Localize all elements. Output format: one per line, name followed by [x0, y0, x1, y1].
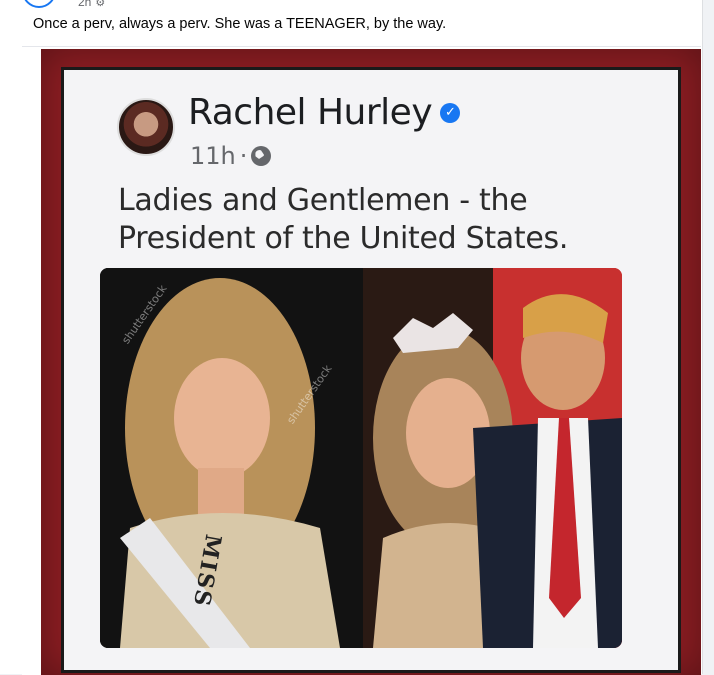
embedded-post: Rachel Hurley ✓ 11h · Ladies and Gentlem…: [61, 67, 681, 673]
embedded-author-name: Rachel Hurley: [188, 92, 433, 133]
post-timestamp[interactable]: 2h: [78, 0, 91, 9]
time-separator: ·: [239, 142, 248, 170]
embedded-avatar: [117, 98, 175, 156]
embedded-time-value: 11h: [190, 142, 236, 170]
shared-screenshot-image[interactable]: Rachel Hurley ✓ 11h · Ladies and Gentlem…: [41, 49, 701, 675]
embedded-message-line1: Ladies and Gentlemen - the: [118, 183, 528, 218]
embedded-photo-collage: shutterstock shutterstock MISS: [100, 268, 622, 648]
photo-left: shutterstock shutterstock MISS: [100, 268, 363, 648]
gear-icon: ⚙: [95, 0, 106, 9]
photo-right: G( M: [363, 268, 622, 648]
post-media[interactable]: Rachel Hurley ✓ 11h · Ladies and Gentlem…: [22, 46, 701, 675]
embedded-message-line2: President of the United States.: [118, 221, 569, 256]
photo-right-figure: [363, 268, 622, 648]
poster-avatar[interactable]: [22, 0, 56, 8]
globe-icon: [251, 146, 272, 166]
embedded-author: Rachel Hurley ✓: [188, 92, 461, 133]
embedded-time: 11h ·: [190, 142, 272, 170]
embedded-message: Ladies and Gentlemen - the President of …: [118, 182, 658, 258]
post-meta: 2h ⚙: [78, 0, 105, 9]
post-caption: Once a perv, always a perv. She was a TE…: [33, 16, 447, 32]
verified-badge-icon: ✓: [440, 102, 461, 123]
post-card: 2h ⚙ Once a perv, always a perv. She was…: [0, 0, 703, 675]
post-header: 2h ⚙: [22, 0, 105, 9]
